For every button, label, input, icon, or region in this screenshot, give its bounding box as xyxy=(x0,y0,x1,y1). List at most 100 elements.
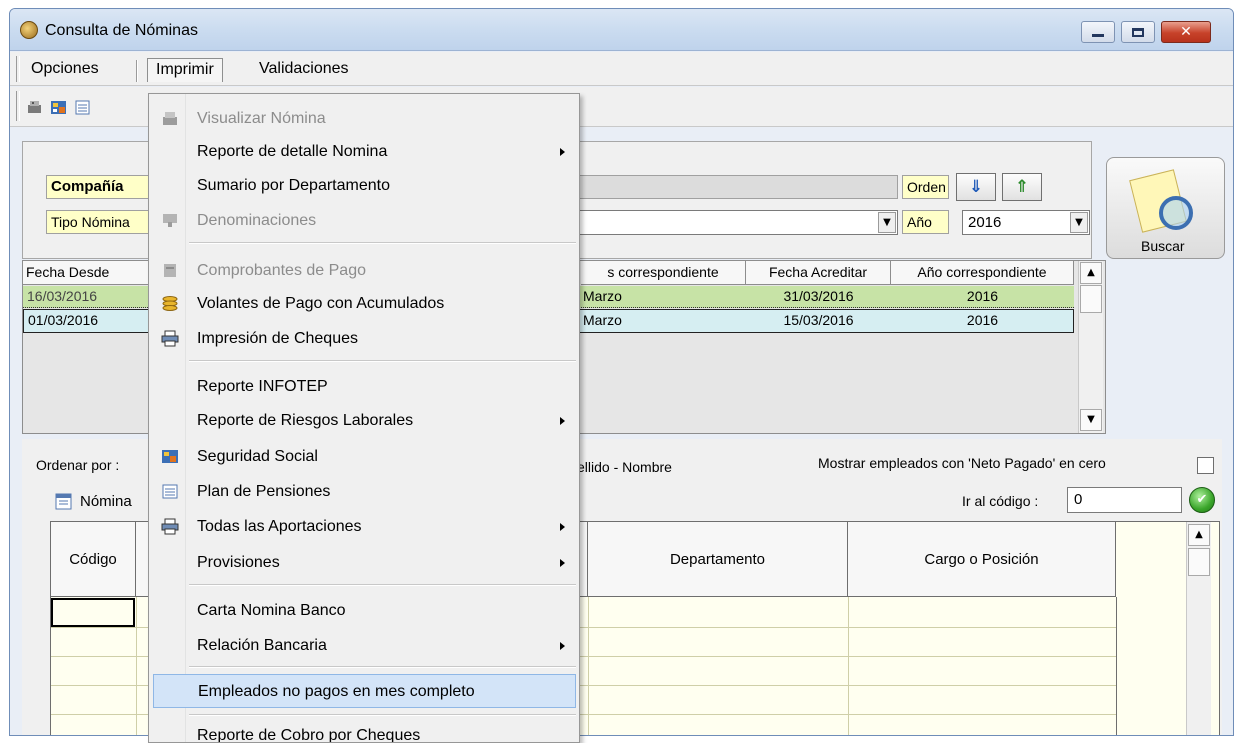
menu-imprimir[interactable]: Imprimir xyxy=(147,58,223,82)
scroll-thumb[interactable] xyxy=(1188,548,1210,576)
selected-cell[interactable] xyxy=(51,598,135,627)
social-security-icon xyxy=(162,450,178,463)
minimize-button[interactable] xyxy=(1081,21,1115,43)
menu-item-volantes-pago[interactable]: Volantes de Pago con Acumulados xyxy=(152,287,577,320)
submenu-arrow-icon xyxy=(560,523,565,531)
social-security-icon[interactable] xyxy=(50,99,67,116)
imprimir-dropdown: Visualizar Nómina Reporte de detalle Nom… xyxy=(148,93,580,743)
menu-item-sumario-departamento[interactable]: Sumario por Departamento xyxy=(152,169,577,202)
menubar-grip xyxy=(16,56,20,82)
scroll-down-icon[interactable]: ▼ xyxy=(1080,409,1102,431)
menu-item-carta-nomina-banco[interactable]: Carta Nomina Banco xyxy=(152,594,577,627)
menu-item-reporte-detalle-nomina[interactable]: Reporte de detalle Nomina xyxy=(152,135,577,168)
col-divider xyxy=(136,597,137,735)
col-divider xyxy=(1116,597,1117,735)
scroll-up-icon[interactable]: ▲ xyxy=(1188,524,1210,546)
col-divider xyxy=(588,597,589,735)
anio-combo[interactable]: 2016 ▼ xyxy=(962,210,1090,235)
tipo-nomina-combo[interactable]: ▼ xyxy=(563,210,898,235)
col-cargo[interactable]: Cargo o Posición xyxy=(848,522,1116,597)
check-icon: ✔ xyxy=(1196,492,1208,507)
menu-validaciones[interactable]: Validaciones xyxy=(251,58,357,82)
chevron-down-icon: ▼ xyxy=(1070,212,1088,233)
minimize-icon xyxy=(1092,33,1104,37)
scroll-thumb[interactable] xyxy=(1080,285,1102,313)
buscar-button[interactable]: Buscar xyxy=(1106,157,1225,259)
col-divider xyxy=(848,597,849,735)
menu-item-visualizar-nomina[interactable]: Visualizar Nómina xyxy=(152,102,577,135)
sort-ascending-button[interactable]: ⇑ xyxy=(1002,173,1042,201)
printer-icon xyxy=(161,518,179,535)
sort-descending-icon: ⇓ xyxy=(968,177,984,197)
pension-icon[interactable] xyxy=(74,99,91,116)
menu-item-seguridad-social[interactable]: Seguridad Social xyxy=(152,440,577,473)
toolbar-grip xyxy=(16,91,20,121)
sort-descending-button[interactable]: ⇓ xyxy=(956,173,996,201)
menu-opciones[interactable]: Opciones xyxy=(23,58,107,82)
ordenar-value[interactable]: ellido - Nombre xyxy=(577,459,672,475)
employees-scrollbar[interactable]: ▲ xyxy=(1186,522,1211,735)
col-departamento[interactable]: Departamento xyxy=(588,522,848,597)
show-zero-label: Mostrar empleados con 'Neto Pagado' en c… xyxy=(818,455,1106,471)
menu-separator xyxy=(136,60,138,82)
cell-fecha-desde: 16/03/2016 xyxy=(27,288,98,304)
print-preview-icon xyxy=(163,112,177,125)
cell-anio: 2016 xyxy=(966,288,999,304)
menu-separator xyxy=(189,242,576,244)
maximize-icon xyxy=(1132,27,1144,37)
menu-item-riesgos-laborales[interactable]: Reporte de Riesgos Laborales xyxy=(152,404,577,437)
cell-anio: 2016 xyxy=(966,312,999,328)
title-bar: Consulta de Nóminas ✕ xyxy=(10,9,1233,51)
tab-nomina[interactable]: Nómina xyxy=(80,493,132,510)
submenu-arrow-icon xyxy=(560,148,565,156)
go-button[interactable]: ✔ xyxy=(1189,487,1215,513)
menu-item-relacion-bancaria[interactable]: Relación Bancaria xyxy=(152,629,577,662)
coins-icon xyxy=(162,296,178,311)
magnifier-icon xyxy=(1159,196,1193,230)
close-button[interactable]: ✕ xyxy=(1161,21,1211,43)
col-codigo[interactable]: Código xyxy=(51,522,136,597)
menu-item-reporte-cobro-cheques[interactable]: Reporte de Cobro por Cheques xyxy=(152,719,577,742)
buscar-label: Buscar xyxy=(1141,238,1185,254)
menu-item-empleados-no-pagos[interactable]: Empleados no pagos en mes completo xyxy=(153,674,576,708)
receipt-icon xyxy=(164,264,176,277)
window-title: Consulta de Nóminas xyxy=(45,22,198,39)
show-zero-checkbox[interactable] xyxy=(1197,457,1214,474)
cell-mes: Marzo xyxy=(583,312,622,328)
anio-label: Año xyxy=(902,210,949,234)
printer-icon xyxy=(161,330,179,347)
menu-bar: Opciones Imprimir Validaciones xyxy=(10,52,1233,86)
menu-separator xyxy=(189,714,576,716)
menu-item-reporte-infotep[interactable]: Reporte INFOTEP xyxy=(152,370,577,403)
maximize-button[interactable] xyxy=(1121,21,1155,43)
nominas-scrollbar[interactable]: ▲ ▼ xyxy=(1078,261,1103,433)
go-to-input[interactable]: 0 xyxy=(1067,487,1182,513)
cell-fecha-acreditar: 31/03/2016 xyxy=(783,288,854,304)
money-icon xyxy=(163,214,177,227)
print-preview-icon[interactable] xyxy=(26,99,43,116)
menu-item-denominaciones[interactable]: Denominaciones xyxy=(152,204,577,237)
menu-separator xyxy=(189,666,576,668)
submenu-arrow-icon xyxy=(560,642,565,650)
app-icon xyxy=(20,21,38,39)
orden-label: Orden xyxy=(902,175,949,199)
col-fecha-acreditar[interactable]: Fecha Acreditar xyxy=(746,261,891,285)
menu-item-impresion-cheques[interactable]: Impresión de Cheques xyxy=(152,322,577,355)
cell-fecha-acreditar: 15/03/2016 xyxy=(783,312,854,328)
menu-separator xyxy=(189,584,576,586)
submenu-arrow-icon xyxy=(560,417,565,425)
menu-item-plan-pensiones[interactable]: Plan de Pensiones xyxy=(152,475,577,508)
menu-separator xyxy=(189,360,576,362)
menu-item-comprobantes-pago[interactable]: Comprobantes de Pago xyxy=(152,254,577,287)
ordenar-label: Ordenar por : xyxy=(36,457,120,473)
menu-item-todas-aportaciones[interactable]: Todas las Aportaciones xyxy=(152,510,577,543)
close-icon: ✕ xyxy=(1180,24,1192,40)
scroll-up-icon[interactable]: ▲ xyxy=(1080,262,1102,284)
menu-item-provisiones[interactable]: Provisiones xyxy=(152,546,577,579)
col-anio-correspondiente[interactable]: Año correspondiente xyxy=(891,261,1074,285)
col-fecha-desde[interactable]: Fecha Desde xyxy=(23,261,163,285)
anio-value: 2016 xyxy=(968,214,1002,231)
col-mes-correspondiente[interactable]: s correspondiente xyxy=(581,261,746,285)
pension-icon xyxy=(162,484,178,499)
company-value: A xyxy=(563,175,898,199)
